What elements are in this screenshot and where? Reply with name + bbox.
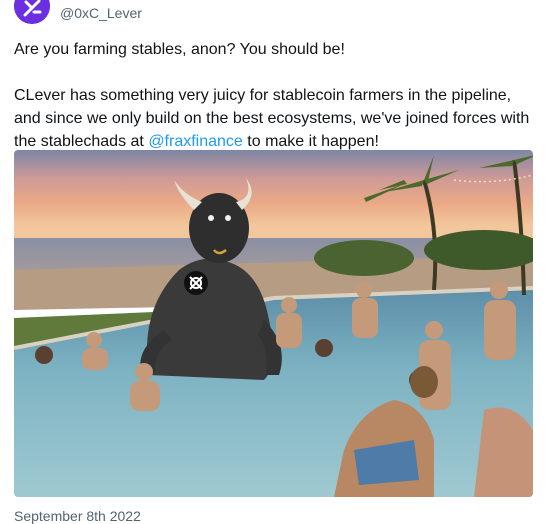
author-handle[interactable]: @0xC_Lever [60,5,142,21]
clever-logo-icon [14,0,50,24]
tweet-image[interactable] [14,150,533,497]
mention-link[interactable]: @fraxfinance [148,133,243,150]
avatar[interactable] [14,0,50,24]
tweet-timestamp[interactable]: September 8th 2022 [14,508,141,524]
pool-party-image [14,150,533,497]
tweet-line-1: Are you farming stables, anon? You shoul… [14,41,345,58]
tweet-text: Are you farming stables, anon? You shoul… [14,38,534,153]
frax-logo-icon [184,271,208,295]
tweet-line-2: CLever has something very juicy for stab… [14,84,534,153]
tweet-text-part: to make it happen! [242,133,379,150]
